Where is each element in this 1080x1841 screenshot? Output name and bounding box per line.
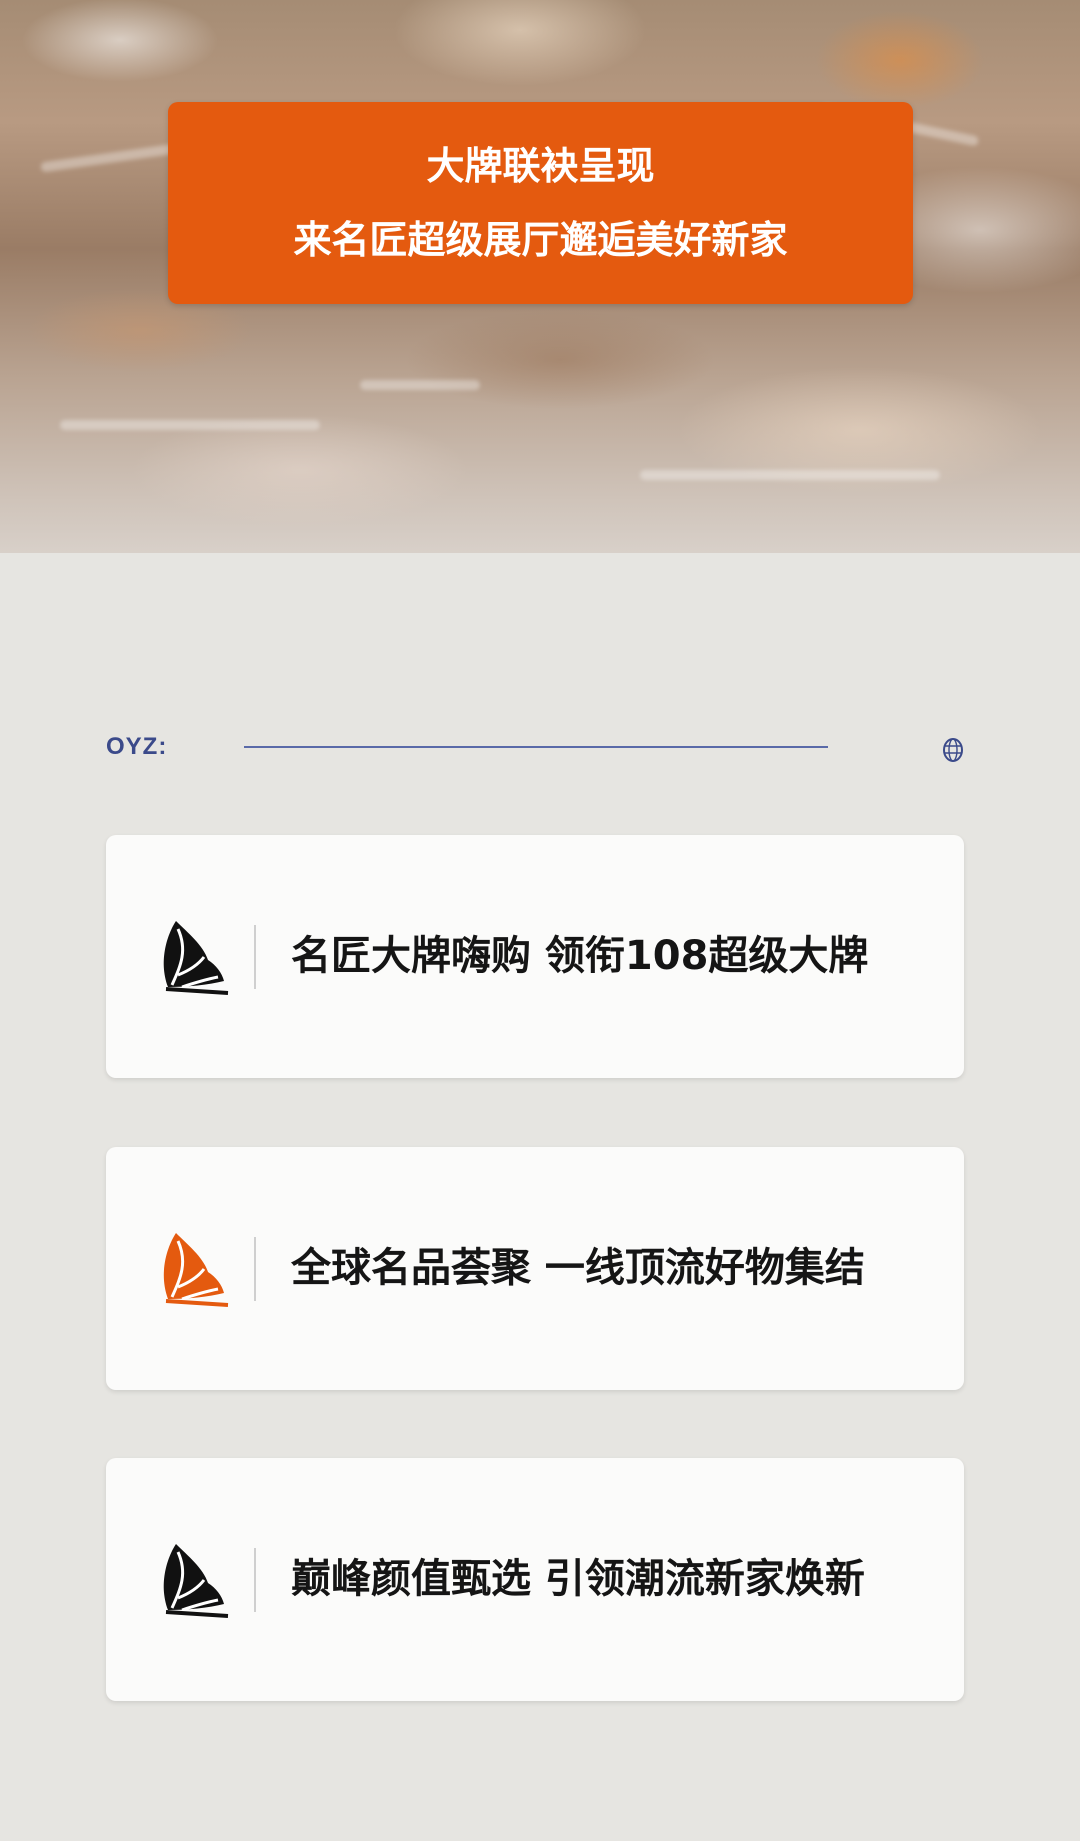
card-text: 巅峰颜值甄选 引领潮流新家焕新 — [291, 1556, 865, 1602]
leaf-icon — [163, 1544, 229, 1618]
section-header: OYZ: — [106, 727, 966, 767]
feature-card-2: 全球名品荟聚 一线顶流好物集结 — [106, 1147, 964, 1390]
globe-icon — [943, 738, 963, 762]
leaf-icon — [163, 921, 229, 995]
card-divider — [254, 925, 256, 989]
banner-subtitle: 来名匠超级展厅邂逅美好新家 — [293, 218, 788, 262]
section-label: OYZ: — [106, 733, 168, 760]
banner-title: 大牌联袂呈现 — [426, 144, 655, 188]
card-text: 名匠大牌嗨购 领衔108超级大牌 — [291, 933, 869, 979]
section-divider-line — [244, 746, 828, 748]
promo-banner: 大牌联袂呈现 来名匠超级展厅邂逅美好新家 — [168, 102, 913, 304]
feature-card-3: 巅峰颜值甄选 引领潮流新家焕新 — [106, 1458, 964, 1701]
card-divider — [254, 1548, 256, 1612]
feature-card-1: 名匠大牌嗨购 领衔108超级大牌 — [106, 835, 964, 1078]
card-text: 全球名品荟聚 一线顶流好物集结 — [291, 1245, 865, 1291]
card-divider — [254, 1237, 256, 1301]
leaf-icon — [163, 1233, 229, 1307]
hero-image: 大牌联袂呈现 来名匠超级展厅邂逅美好新家 — [0, 0, 1080, 553]
